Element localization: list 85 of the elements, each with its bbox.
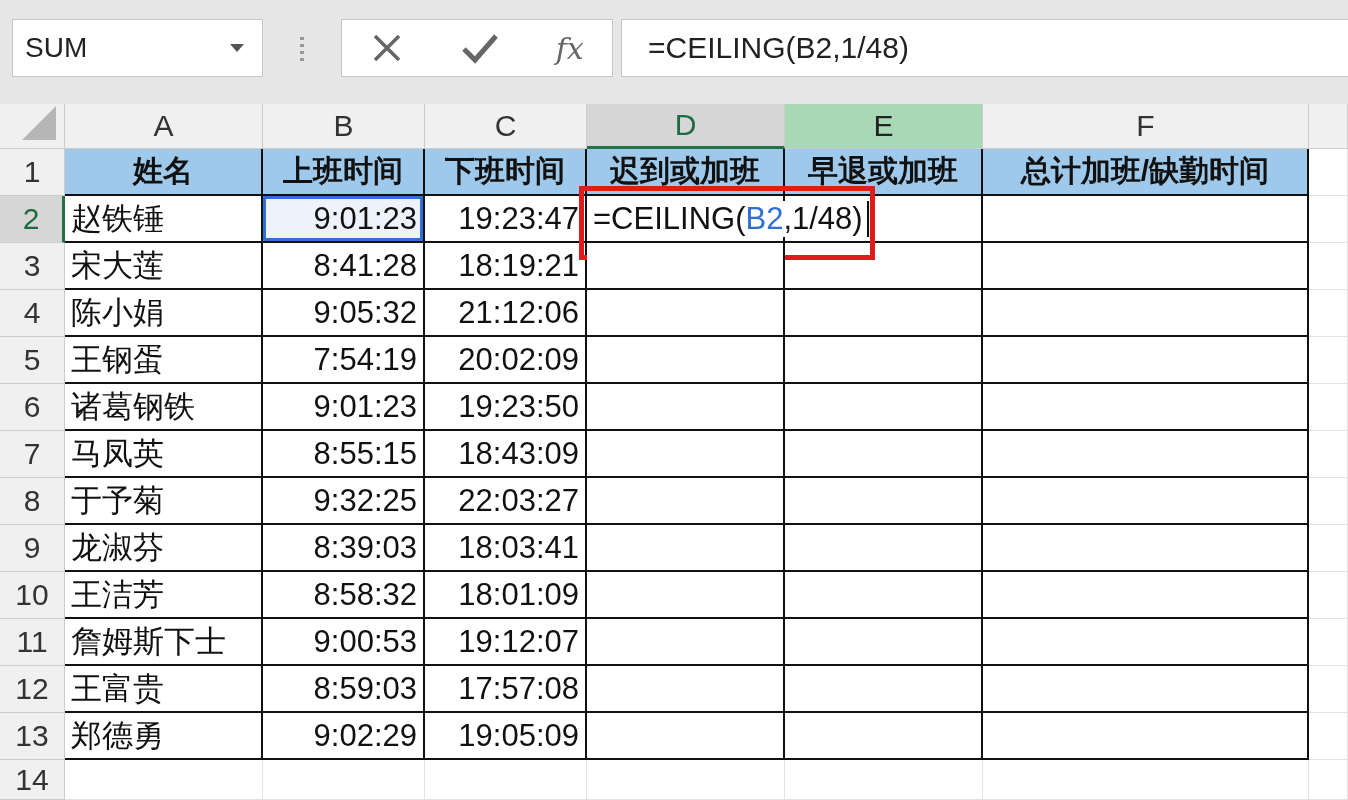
table-cell xyxy=(1309,478,1348,525)
table-cell: 8:39:03 xyxy=(263,525,425,572)
table-cell: 王钢蛋 xyxy=(65,337,263,384)
table-cell: 18:19:21 xyxy=(425,243,587,290)
table-cell xyxy=(1309,760,1348,800)
table-cell xyxy=(1309,572,1348,619)
column-header[interactable]: F xyxy=(983,104,1309,149)
table-cell: 赵铁锤 xyxy=(65,196,263,243)
table-cell xyxy=(1309,525,1348,572)
table-cell: 9:01:23 xyxy=(263,196,425,243)
table-cell: 郑德勇 xyxy=(65,713,263,760)
table-cell: 9:05:32 xyxy=(263,290,425,337)
table-cell: 龙淑芬 xyxy=(65,525,263,572)
table-cell: 21:12:06 xyxy=(425,290,587,337)
table-cell xyxy=(1309,666,1348,713)
corner-triangle-icon xyxy=(22,106,56,140)
table-cell xyxy=(1309,243,1348,290)
table-cell xyxy=(1309,619,1348,666)
table-cell: 19:23:50 xyxy=(425,384,587,431)
table-cell xyxy=(1309,290,1348,337)
table-cell: 22:03:27 xyxy=(425,478,587,525)
table-cell: 8:59:03 xyxy=(263,666,425,713)
table-cell: 8:58:32 xyxy=(263,572,425,619)
column-header[interactable]: D xyxy=(587,104,785,149)
row-header[interactable]: 1 xyxy=(0,149,65,196)
table-cell: 8:41:28 xyxy=(263,243,425,290)
table-cell: 17:57:08 xyxy=(425,666,587,713)
row-header[interactable]: 3 xyxy=(0,243,65,290)
table-cell: 9:00:53 xyxy=(263,619,425,666)
table-cell: 詹姆斯下士 xyxy=(65,619,263,666)
table-header-cell: 迟到或加班 xyxy=(587,149,785,196)
row-header[interactable]: 9 xyxy=(0,525,65,572)
table-cell: 7:54:19 xyxy=(263,337,425,384)
table-cell: 9:02:29 xyxy=(263,713,425,760)
table-cell: 19:12:07 xyxy=(425,619,587,666)
caret-icon xyxy=(230,44,244,52)
column-header[interactable]: B xyxy=(263,104,425,149)
row-header[interactable]: 11 xyxy=(0,619,65,666)
insert-function-button[interactable]: fx xyxy=(555,30,584,66)
table-cell: 18:01:09 xyxy=(425,572,587,619)
row-header[interactable]: 2 xyxy=(0,196,65,243)
table-cell xyxy=(1309,384,1348,431)
table-cell xyxy=(1309,713,1348,760)
table-cell xyxy=(1309,337,1348,384)
name-box[interactable]: SUM xyxy=(12,19,263,77)
column-header[interactable]: A xyxy=(65,104,263,149)
table-cell: 18:43:09 xyxy=(425,431,587,478)
table-cell: 陈小娟 xyxy=(65,290,263,337)
row-header[interactable]: 4 xyxy=(0,290,65,337)
table-header-cell: 姓名 xyxy=(65,149,263,196)
table-header-cell: 总计加班/缺勤时间 xyxy=(983,149,1309,196)
table-cell: 20:02:09 xyxy=(425,337,587,384)
row-header[interactable]: 6 xyxy=(0,384,65,431)
row-header[interactable]: 8 xyxy=(0,478,65,525)
table-cell: 9:32:25 xyxy=(263,478,425,525)
row-header[interactable]: 14 xyxy=(0,760,65,800)
table-cell xyxy=(1309,196,1348,243)
table-cell: 王洁芳 xyxy=(65,572,263,619)
table-header-cell: 早退或加班 xyxy=(785,149,983,196)
table-cell: 诸葛钢铁 xyxy=(65,384,263,431)
table-cell: 9:01:23 xyxy=(263,384,425,431)
row-header[interactable]: 13 xyxy=(0,713,65,760)
table-cell: 19:23:47 xyxy=(425,196,587,243)
row-header[interactable]: 12 xyxy=(0,666,65,713)
table-header-cell: 下班时间 xyxy=(425,149,587,196)
table-cell: 19:05:09 xyxy=(425,713,587,760)
table-header-cell: 上班时间 xyxy=(263,149,425,196)
formula-bar[interactable]: =CEILING(B2,1/48) xyxy=(621,19,1348,77)
row-header[interactable]: 10 xyxy=(0,572,65,619)
table-cell xyxy=(1309,149,1348,196)
table-cell: 宋大莲 xyxy=(65,243,263,290)
table-cell: 18:03:41 xyxy=(425,525,587,572)
table-cell: 王富贵 xyxy=(65,666,263,713)
row-header[interactable]: 5 xyxy=(0,337,65,384)
column-header[interactable]: E xyxy=(785,104,983,149)
table-cell: 马凤英 xyxy=(65,431,263,478)
column-header[interactable]: C xyxy=(425,104,587,149)
grip-icon[interactable] xyxy=(299,35,305,61)
check-icon[interactable] xyxy=(461,32,499,64)
table-cell: 于予菊 xyxy=(65,478,263,525)
table-cell: 8:55:15 xyxy=(263,431,425,478)
select-all-button[interactable] xyxy=(0,104,65,149)
row-header[interactable]: 7 xyxy=(0,431,65,478)
table-cell xyxy=(1309,431,1348,478)
column-header[interactable] xyxy=(1309,104,1348,149)
